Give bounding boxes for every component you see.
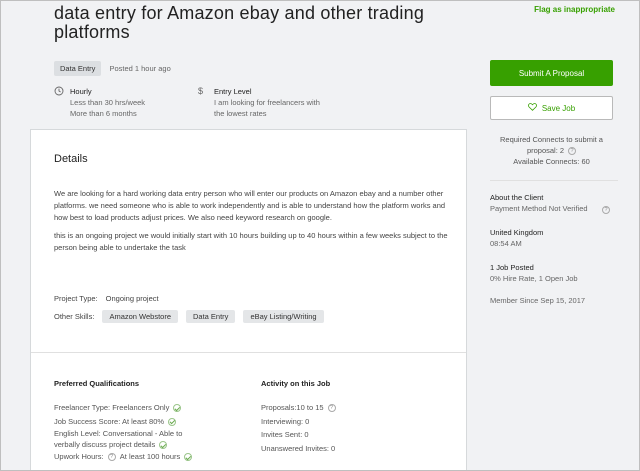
skills-label: Other Skills: — [54, 312, 95, 321]
freelancer-type-item: Freelancer Type: Freelancers Only — [54, 401, 192, 415]
project-type-value: Ongoing project — [105, 294, 159, 303]
freelancer-type-text: Freelancer Type: Freelancers Only — [54, 403, 170, 412]
sidebar-divider — [490, 180, 618, 181]
submit-proposal-button[interactable]: Submit A Proposal — [490, 60, 613, 86]
skill-tag[interactable]: eBay Listing/Writing — [243, 310, 324, 323]
details-panel: Details We are looking for a hard workin… — [30, 129, 467, 471]
check-circle-icon — [184, 453, 193, 462]
project-type-label: Project Type: — [54, 294, 98, 303]
hourly-sub1: Less than 30 hrs/week — [70, 98, 146, 107]
job-title: data entry for Amazon ebay and other tra… — [54, 3, 425, 42]
about-client-heading: About the Client — [490, 193, 544, 202]
activity-heading: Activity on this Job — [261, 379, 331, 388]
skills-row: Other Skills: Amazon Webstore Data Entry… — [54, 310, 324, 323]
invites-item: Invites Sent: 0 — [261, 430, 309, 439]
entry-level-block: $ Entry Level I am looking for freelance… — [198, 86, 320, 119]
hire-rate: 0% Hire Rate, 1 Open Job — [490, 274, 578, 283]
upwork-hours-label: Upwork Hours: — [54, 452, 104, 461]
skill-tag[interactable]: Data Entry — [186, 310, 236, 323]
meta-row: Data Entry Posted 1 hour ago — [54, 61, 171, 76]
description-paragraph-1: We are looking for a hard working data e… — [54, 189, 446, 222]
hourly-sub2: More than 6 months — [70, 109, 137, 118]
heart-icon — [527, 103, 537, 113]
english-level-item: English Level: Conversational - Able to v… — [54, 428, 192, 450]
check-circle-icon — [173, 404, 182, 413]
job-success-item: Job Success Score: At least 80% — [54, 415, 192, 429]
qualifications-heading: Preferred Qualifications — [54, 379, 140, 388]
category-tag[interactable]: Data Entry — [54, 61, 102, 76]
client-local-time: 08:54 AM — [490, 239, 522, 248]
qualifications-list: Freelancer Type: Freelancers Only Job Su… — [54, 401, 193, 464]
member-since: Member Since Sep 15, 2017 — [490, 296, 586, 305]
client-location: United Kingdom 08:54 AM — [490, 227, 543, 249]
connects-line-2: proposal: 2? — [490, 145, 613, 156]
job-description: We are looking for a hard working data e… — [54, 188, 449, 254]
activity-list: Proposals:10 to 15? Interviewing: 0 Invi… — [261, 401, 336, 455]
interviewing-item: Interviewing: 0 — [261, 416, 310, 426]
skill-tag[interactable]: Amazon Webstore — [102, 310, 178, 323]
question-icon[interactable]: ? — [327, 404, 336, 413]
client-country: United Kingdom — [490, 228, 544, 237]
entry-label: Entry Level — [214, 87, 252, 96]
client-history: 1 Job Posted 0% Hire Rate, 1 Open Job — [490, 262, 578, 284]
question-icon[interactable]: ? — [568, 147, 577, 156]
project-type-row: Project Type: Ongoing project — [54, 294, 159, 303]
flag-link[interactable]: Flag as inappropriate — [534, 5, 615, 14]
connects-info: Required Connects to submit a proposal: … — [490, 134, 613, 167]
question-icon[interactable]: ? — [602, 206, 610, 214]
hourly-label: Hourly — [70, 87, 92, 96]
entry-sub2: the lowest rates — [214, 109, 267, 118]
description-paragraph-2: this is an ongoing project we would init… — [54, 231, 448, 252]
proposals-item: Proposals:10 to 15? — [261, 401, 336, 415]
save-job-label: Save Job — [541, 103, 576, 113]
jobs-posted: 1 Job Posted — [490, 263, 534, 272]
check-circle-icon — [159, 441, 168, 450]
upwork-hours-item: Upwork Hours:? At least 100 hours — [54, 450, 193, 464]
about-client: About the Client Payment Method Not Veri… — [490, 192, 588, 214]
question-icon[interactable]: ? — [107, 453, 116, 462]
save-job-button[interactable]: Save Job — [490, 96, 613, 120]
connects-line-1: Required Connects to submit a — [500, 135, 603, 144]
details-heading: Details — [54, 153, 88, 165]
posted-time: Posted 1 hour ago — [109, 64, 171, 73]
upwork-hours-value: At least 100 hours — [119, 452, 181, 461]
dollar-icon: $ — [198, 86, 204, 96]
connects-line-3: Available Connects: 60 — [513, 157, 590, 166]
connects-required: proposal: 2 — [526, 146, 565, 155]
entry-sub1: I am looking for freelancers with — [214, 98, 320, 107]
proposals-text: Proposals:10 to 15 — [261, 403, 324, 412]
panel-divider — [31, 352, 466, 353]
payment-status: Payment Method Not Verified — [490, 204, 588, 213]
clock-icon — [54, 86, 64, 119]
english-level-text-2: verbally discuss project details — [54, 440, 156, 449]
english-level-text-1: English Level: Conversational - Able to — [54, 429, 183, 438]
hourly-block: Hourly Less than 30 hrs/week More than 6… — [54, 86, 145, 119]
check-circle-icon — [168, 417, 177, 426]
unanswered-item: Unanswered Invites: 0 — [261, 443, 336, 453]
job-success-text: Job Success Score: At least 80% — [54, 416, 165, 426]
client-member: Member Since Sep 15, 2017 — [490, 295, 585, 306]
